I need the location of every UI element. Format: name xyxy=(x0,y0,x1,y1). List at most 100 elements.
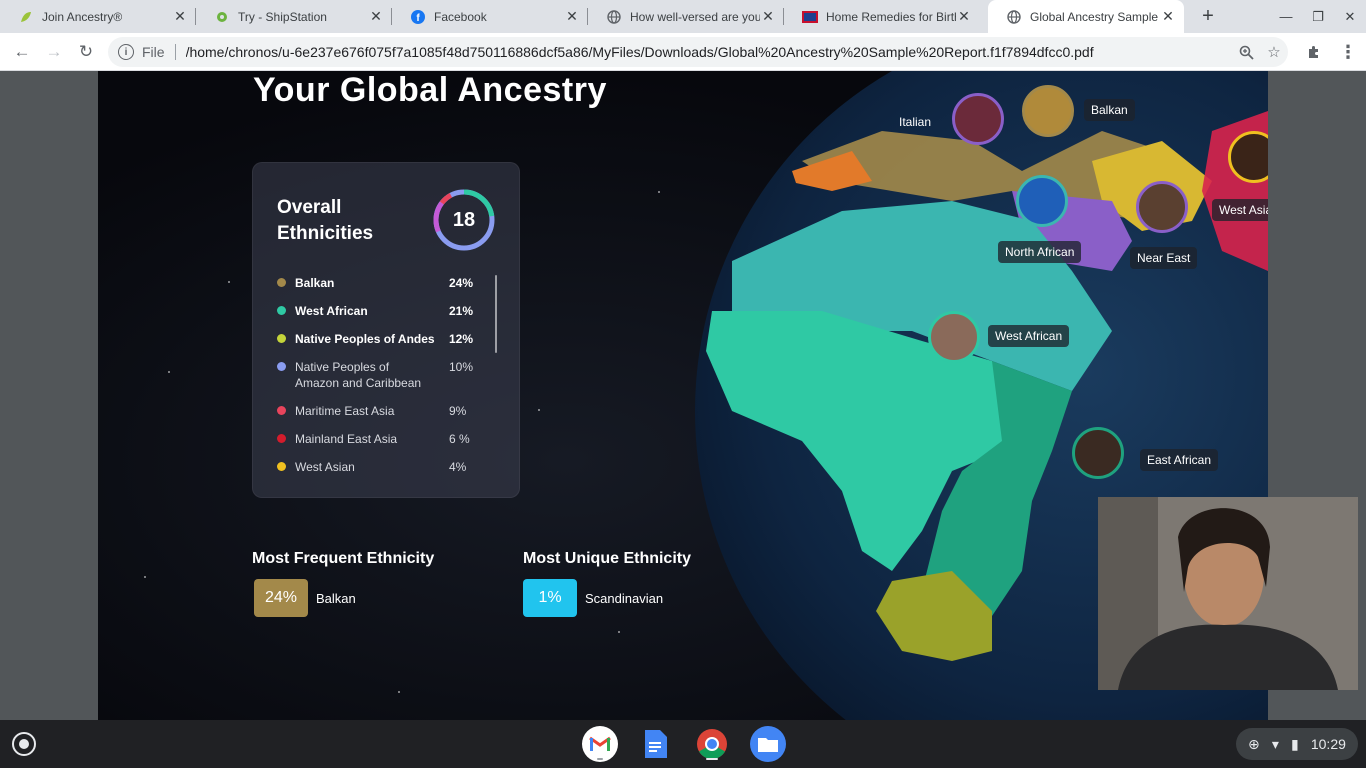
close-icon[interactable]: ✕ xyxy=(956,8,972,25)
list-item: West Asian 4% xyxy=(277,459,477,487)
star-decoration xyxy=(398,691,400,693)
ethnicity-list[interactable]: Balkan 24% West African 21% Native Peopl… xyxy=(277,275,477,487)
ethnicity-percent: 9% xyxy=(449,404,467,418)
west-african-portrait-marker[interactable] xyxy=(928,311,980,363)
ethnicity-count: 18 xyxy=(452,208,476,231)
maritime-east-asia-swatch xyxy=(277,406,286,415)
ethnicity-percent: 10% xyxy=(449,360,474,374)
list-item: Maritime East Asia 9% xyxy=(277,403,477,431)
most-unique-badge: 1% xyxy=(523,579,577,617)
reload-icon[interactable]: ↻ xyxy=(72,38,100,66)
balkan-portrait-marker[interactable] xyxy=(1022,85,1074,137)
new-tab-button[interactable]: + xyxy=(1196,4,1220,28)
ethnicity-percent: 21% xyxy=(449,304,474,318)
site-logo-icon xyxy=(802,9,818,25)
close-icon[interactable]: ✕ xyxy=(368,8,384,25)
map-label-north-african: North African xyxy=(998,241,1082,263)
docs-icon[interactable] xyxy=(638,726,674,762)
tab-title: Home Remedies for Birth xyxy=(826,9,956,24)
url-text[interactable]: /home/chronos/u-6e237e676f075f7a1085f48d… xyxy=(186,44,1232,60)
west-asian-swatch xyxy=(277,462,286,471)
ethnicities-card: Overall Ethnicities 18 Balkan 24% West A… xyxy=(252,162,520,498)
close-icon[interactable]: ✕ xyxy=(564,8,580,25)
divider xyxy=(174,44,176,60)
north-african-portrait-marker[interactable] xyxy=(1016,175,1068,227)
status-tray[interactable]: ⊕ ▾ ▮ 10:29 xyxy=(1236,728,1358,760)
bookmark-star-icon[interactable]: ☆ xyxy=(1260,43,1288,61)
forward-arrow-icon[interactable]: → xyxy=(40,38,68,66)
chrome-icon[interactable] xyxy=(694,726,730,762)
card-title: Overall Ethnicities xyxy=(277,197,374,244)
globe-icon xyxy=(1006,9,1022,25)
pdf-page: Your Global Ancestry Overall Ethnicities… xyxy=(98,71,1268,720)
ethnicity-name: West African xyxy=(295,304,368,318)
back-arrow-icon[interactable]: ← xyxy=(8,38,36,66)
person-silhouette xyxy=(1098,497,1358,690)
wifi-icon: ▾ xyxy=(1271,735,1279,752)
kebab-menu-icon[interactable]: ⋮ xyxy=(1334,38,1362,66)
close-icon[interactable]: ✕ xyxy=(1160,8,1176,25)
close-icon[interactable]: ✕ xyxy=(760,8,776,25)
ethnicity-name: Native Peoples of Andes xyxy=(295,332,435,346)
tab-global-ancestry[interactable]: Global Ancestry Sample ✕ xyxy=(988,0,1184,33)
ethnicity-percent: 4% xyxy=(449,460,467,474)
italian-portrait-marker[interactable] xyxy=(952,93,1004,145)
globe-icon xyxy=(606,9,622,25)
map-label-west-african: West African xyxy=(988,325,1070,347)
most-frequent-label: Most Frequent Ethnicity xyxy=(252,550,435,567)
tab-title: Try - ShipStation xyxy=(238,9,327,24)
page-title: Your Global Ancestry xyxy=(253,71,607,109)
running-indicator xyxy=(597,758,603,760)
east-african-portrait-marker[interactable] xyxy=(1072,427,1124,479)
andes-swatch xyxy=(277,334,286,343)
pdf-viewport[interactable]: Your Global Ancestry Overall Ethnicities… xyxy=(0,71,1366,720)
most-frequent-name: Balkan xyxy=(316,591,356,606)
tab-title: Join Ancestry® xyxy=(42,9,123,24)
zoom-icon[interactable] xyxy=(1232,45,1260,60)
star-decoration xyxy=(168,371,170,373)
minimize-icon[interactable]: ― xyxy=(1270,0,1302,33)
system-shelf: ⊕ ▾ ▮ 10:29 xyxy=(0,720,1366,768)
restore-icon[interactable]: ❐ xyxy=(1302,0,1334,33)
map-label-near-east: Near East xyxy=(1130,247,1198,269)
star-decoration xyxy=(538,409,540,411)
tab-home-remedies[interactable]: Home Remedies for Birth ✕ xyxy=(784,0,980,33)
ancestry-leaf-icon xyxy=(18,9,34,25)
mainland-east-asia-swatch xyxy=(277,434,286,443)
star-decoration xyxy=(228,281,230,283)
most-frequent-badge: 24% xyxy=(254,579,308,617)
ethnicity-percent: 12% xyxy=(449,332,474,346)
map-label-italian: Italian xyxy=(899,115,932,129)
list-scrollbar[interactable] xyxy=(495,275,497,353)
most-unique-name: Scandinavian xyxy=(585,591,664,606)
tab-shipstation[interactable]: Try - ShipStation ✕ xyxy=(196,0,392,33)
list-item: Native Peoples of Andes 12% xyxy=(277,331,477,359)
ethnicity-name: Native Peoples of Amazon and Caribbean xyxy=(295,360,422,390)
ethnicity-percent: 24% xyxy=(449,276,474,290)
tab-facebook[interactable]: f Facebook ✕ xyxy=(392,0,588,33)
map-label-east-african: East African xyxy=(1140,449,1219,471)
list-item: Mainland East Asia 6 % xyxy=(277,431,477,459)
list-item: Balkan 24% xyxy=(277,275,477,303)
info-icon[interactable]: i xyxy=(118,44,134,60)
tab-title: Facebook xyxy=(434,9,487,24)
clock: 10:29 xyxy=(1310,736,1346,752)
files-icon[interactable] xyxy=(750,726,786,762)
ethnicity-name: Balkan xyxy=(295,276,335,290)
webcam-overlay[interactable] xyxy=(1098,497,1358,690)
gmail-icon[interactable] xyxy=(582,726,618,762)
tab-title: Global Ancestry Sample xyxy=(1030,9,1159,24)
extensions-puzzle-icon[interactable] xyxy=(1300,38,1328,66)
close-icon[interactable]: ✕ xyxy=(172,8,188,25)
tab-join-ancestry[interactable]: Join Ancestry® ✕ xyxy=(0,0,196,33)
list-item: West African 21% xyxy=(277,303,477,331)
address-bar[interactable]: i File /home/chronos/u-6e237e676f075f7a1… xyxy=(108,37,1288,67)
balkan-swatch xyxy=(277,278,286,287)
ethnicity-name: Mainland East Asia xyxy=(295,432,398,446)
close-window-icon[interactable]: ✕ xyxy=(1334,0,1366,33)
star-decoration xyxy=(144,576,146,578)
tab-quiz[interactable]: How well-versed are you ✕ xyxy=(588,0,784,33)
add-icon[interactable]: ⊕ xyxy=(1248,736,1260,753)
launcher-icon[interactable] xyxy=(12,732,36,756)
near-east-portrait-marker[interactable] xyxy=(1136,181,1188,233)
